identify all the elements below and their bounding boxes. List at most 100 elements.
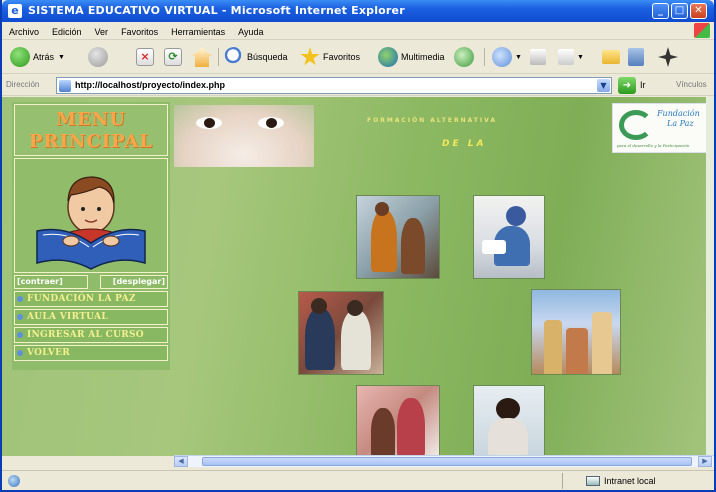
maximize-button[interactable]: □ [671,3,688,19]
home-button[interactable] [192,45,215,69]
bullet-icon [17,350,23,356]
folder-icon [602,50,620,64]
browser-window: e SISTEMA EDUCATIVO VIRTUAL - Microsoft … [0,0,716,492]
menu-bar: Archivo Edición Ver Favoritos Herramientas Ay… [2,22,714,40]
title-bar[interactable]: e SISTEMA EDUCATIVO VIRTUAL - Microsoft … [2,0,714,22]
intranet-icon [586,476,600,486]
logo-mark-icon [619,110,653,140]
menu-archivo[interactable]: Archivo [2,24,45,37]
baby-face-banner [174,105,314,167]
photo-girl-writing[interactable] [473,385,545,456]
status-separator [562,473,563,489]
bullet-icon [17,296,23,302]
nav-item-aula-virtual[interactable]: AULA VIRTUAL [14,309,168,325]
go-button[interactable]: Ir [640,80,646,90]
scroll-thumb[interactable] [202,457,692,466]
minimize-button[interactable]: _ [652,3,669,19]
favorites-button[interactable]: Favoritos [300,45,360,69]
address-input[interactable]: http://localhost/proyecto/index.php ▼ [56,77,612,94]
edit-icon [558,49,574,65]
nav-item-volver[interactable]: VOLVER [14,345,168,361]
menu-edicion[interactable]: Edición [45,24,88,37]
photo-children-group[interactable] [356,385,440,456]
page-content: MENU PRINCIPAL [contraer] [desplegar] FU… [2,97,714,456]
messenger-button[interactable] [658,45,681,69]
mail-icon [492,47,512,67]
forward-button[interactable] [88,45,111,69]
book-icon [628,48,644,66]
media-button[interactable]: Multimedia [378,45,445,69]
logo-line1: Fundación [657,109,700,118]
page-icon [59,80,71,92]
eye-icon [258,117,284,129]
messenger-icon [658,47,678,67]
back-label: Atrás [33,52,55,62]
nav-item-label: VOLVER [27,348,71,358]
favorites-label: Favoritos [323,52,361,62]
address-label: Dirección [6,80,40,89]
menu-title-line2: PRINCIPAL [29,131,153,152]
home-icon [192,47,212,67]
nav-item-label: INGRESAR AL CURSO [27,330,144,340]
print-button[interactable] [530,45,549,69]
left-menu-panel: MENU PRINCIPAL [contraer] [desplegar] FU… [12,102,170,370]
menu-title-line1: MENU [56,109,126,130]
back-button[interactable]: Atrás ▼ [10,45,65,69]
photo-mural-church[interactable] [531,289,621,375]
forward-arrow-icon [88,47,108,67]
reading-boy-illustration [14,158,168,273]
banner-line1: FORMACIÓN ALTERNATIVA [367,117,497,124]
menu-herramientas[interactable]: Herramientas [164,24,231,37]
menu-ver[interactable]: Ver [88,24,115,37]
go-arrow-icon[interactable]: ➜ [618,77,636,94]
contraer-link[interactable]: [contraer] [14,275,88,289]
right-edge [706,97,714,456]
close-button[interactable]: ✕ [690,3,707,19]
links-button[interactable]: Vínculos [676,80,707,89]
folder-button[interactable] [602,45,623,69]
address-bar: Dirección http://localhost/proyecto/inde… [2,75,714,96]
scroll-right-icon[interactable]: ▶ [698,456,712,467]
mail-button[interactable]: ▼ [492,45,522,69]
ie-icon: e [8,4,22,18]
chevron-down-icon[interactable]: ▼ [597,79,610,92]
nav-item-label: FUNDACIÓN LA PAZ [27,294,136,304]
fundacion-la-paz-logo: Fundación La Paz para el desarrollo y la… [612,103,710,153]
edit-button[interactable]: ▼ [558,45,584,69]
bullet-icon [17,332,23,338]
bullet-icon [17,314,23,320]
menu-favoritos[interactable]: Favoritos [114,24,164,37]
search-icon [224,47,244,67]
menu-ayuda[interactable]: Ayuda [231,24,269,37]
back-arrow-icon [10,47,30,67]
menu-title: MENU PRINCIPAL [14,104,168,156]
history-icon [454,47,474,67]
photo-two-children[interactable] [298,291,384,375]
photo-child-reading[interactable] [473,195,545,279]
eye-icon [196,117,222,129]
nav-item-ingresar-curso[interactable]: INGRESAR AL CURSO [14,327,168,343]
scroll-left-icon[interactable]: ◀ [174,456,188,467]
media-label: Multimedia [401,52,445,62]
logo-line2: La Paz [667,119,694,128]
reading-boy-icon [36,176,146,270]
refresh-button[interactable]: ⟳ [164,45,185,69]
horizontal-scrollbar[interactable]: ◀ ▶ [174,455,714,467]
window-title: SISTEMA EDUCATIVO VIRTUAL - Microsoft In… [28,4,405,17]
logo-tagline: para el desarrollo y la Participación [617,143,690,148]
nav-item-label: AULA VIRTUAL [27,312,108,322]
nav-item-fundacion[interactable]: FUNDACIÓN LA PAZ [14,291,168,307]
photo-teacher-student[interactable] [356,195,440,279]
toolbar-separator [218,48,219,66]
desplegar-link[interactable]: [desplegar] [100,275,168,289]
search-label: Búsqueda [247,52,288,62]
refresh-icon: ⟳ [164,48,182,66]
stop-button[interactable]: × [136,45,157,69]
search-button[interactable]: Búsqueda [224,45,288,69]
zone-label: Intranet local [604,476,656,486]
star-icon [300,47,320,66]
printer-icon [530,49,546,65]
history-button[interactable] [454,45,477,69]
research-button[interactable] [628,45,647,69]
status-bar: Intranet local [2,470,714,490]
